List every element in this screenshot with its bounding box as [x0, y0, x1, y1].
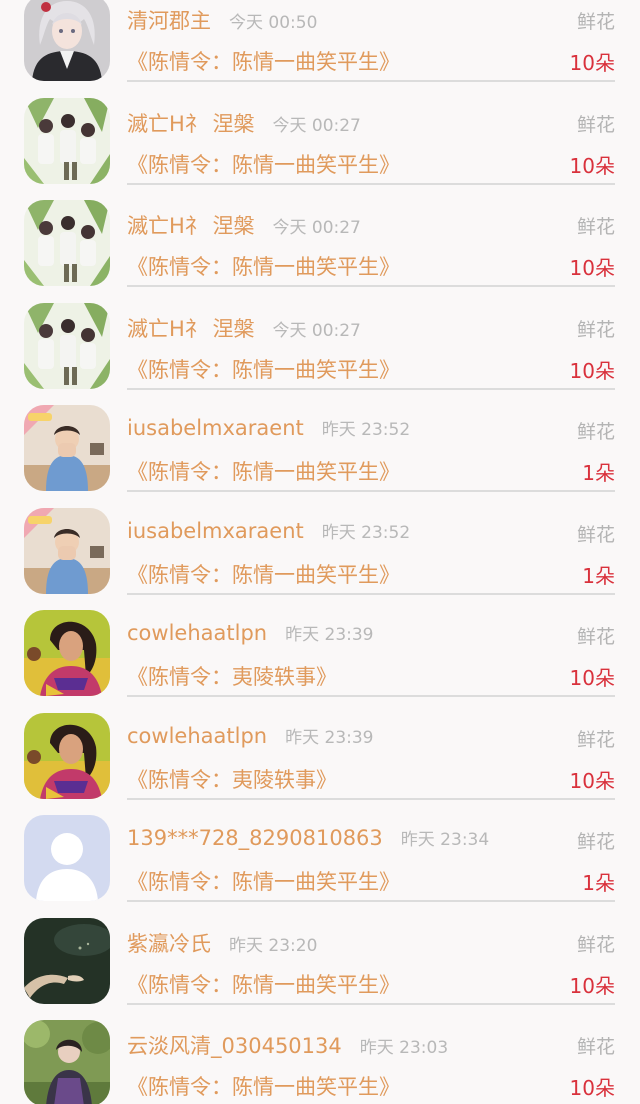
row-divider — [127, 900, 615, 902]
user-name[interactable]: 清河郡主 — [127, 5, 211, 35]
gift-time: 昨天 23:39 — [285, 625, 374, 645]
row-divider — [127, 80, 615, 82]
gift-record-row[interactable]: cowlehaatlpn 昨天 23:39 鲜花 《陈情令：夷陵轶事》 10朵 — [0, 610, 640, 718]
row-divider — [127, 695, 615, 697]
gift-type-label: 鲜花 — [576, 113, 615, 136]
gift-count: 10朵 — [569, 51, 615, 75]
gift-time: 今天 00:27 — [272, 320, 361, 341]
user-name[interactable]: 云淡风清_030450134 — [127, 1030, 342, 1060]
work-title-link[interactable]: 《陈情令：陈情一曲笑平生》 — [127, 866, 400, 896]
gift-time: 昨天 23:34 — [400, 830, 490, 850]
gift-record-row[interactable]: iusabelmxaraent 昨天 23:52 鲜花 《陈情令：陈情一曲笑平生… — [0, 405, 640, 513]
row-divider — [127, 1002, 615, 1005]
gift-record-row[interactable]: 滅亡H礻 涅槃 今天 00:27 鲜花 《陈情令：陈情一曲笑平生》 10朵 — [0, 302, 640, 411]
user-avatar[interactable] — [24, 507, 110, 594]
user-name[interactable]: 滅亡H礻 涅槃 — [127, 210, 254, 240]
row-divider — [127, 592, 615, 595]
row-divider — [127, 285, 615, 287]
gift-count: 10朵 — [569, 768, 615, 793]
row-divider — [127, 490, 615, 492]
name-line: iusabelmxaraent 昨天 23:52 — [127, 518, 410, 543]
gift-record-list: 清河郡主 今天 00:50 鲜花 《陈情令：陈情一曲笑平生》 10朵 滅亡H礻 … — [0, 0, 640, 1104]
gift-time: 昨天 23:52 — [321, 420, 411, 440]
gift-type-label: 鲜花 — [576, 1036, 615, 1058]
gift-type-label: 鲜花 — [576, 421, 615, 443]
gift-record-row[interactable]: 滅亡H礻 涅槃 今天 00:27 鲜花 《陈情令：陈情一曲笑平生》 10朵 — [0, 200, 640, 308]
gift-type-label: 鲜花 — [576, 933, 615, 956]
name-line: 滅亡H礻 涅槃 今天 00:27 — [127, 210, 361, 240]
user-avatar[interactable] — [24, 97, 110, 184]
gift-time: 今天 00:50 — [229, 13, 318, 33]
gift-time: 昨天 23:03 — [359, 1038, 449, 1058]
gift-count: 10朵 — [569, 666, 615, 690]
work-title-link[interactable]: 《陈情令：夷陵轶事》 — [127, 661, 337, 691]
gift-type-label: 鲜花 — [576, 11, 615, 33]
gift-type-label: 鲜花 — [576, 216, 615, 238]
user-avatar[interactable] — [24, 302, 110, 389]
name-line: 滅亡H礻 涅槃 今天 00:27 — [127, 108, 361, 138]
gift-count: 1朵 — [582, 871, 615, 895]
gift-count: 10朵 — [569, 358, 615, 383]
user-name[interactable]: iusabelmxaraent — [127, 416, 304, 440]
row-divider — [127, 387, 615, 390]
user-name[interactable]: 滅亡H礻 涅槃 — [127, 108, 254, 138]
gift-record-row[interactable]: 云淡风清_030450134 昨天 23:03 鲜花 《陈情令：陈情一曲笑平生》… — [0, 1020, 640, 1104]
user-name[interactable]: cowlehaatlpn — [127, 621, 267, 645]
gift-time: 昨天 23:52 — [321, 522, 411, 543]
gift-record-row[interactable]: 清河郡主 今天 00:50 鲜花 《陈情令：陈情一曲笑平生》 10朵 — [0, 0, 640, 103]
name-line: 清河郡主 今天 00:50 — [127, 5, 317, 35]
gift-type-label: 鲜花 — [576, 523, 615, 546]
gift-record-row[interactable]: iusabelmxaraent 昨天 23:52 鲜花 《陈情令：陈情一曲笑平生… — [0, 507, 640, 616]
name-line: 紫瀛冷氏 昨天 23:20 — [127, 928, 317, 958]
work-title-link[interactable]: 《陈情令：陈情一曲笑平生》 — [127, 46, 400, 76]
gift-record-row[interactable]: 紫瀛冷氏 昨天 23:20 鲜花 《陈情令：陈情一曲笑平生》 10朵 — [0, 917, 640, 1026]
gift-time: 昨天 23:39 — [285, 727, 374, 748]
work-title-link[interactable]: 《陈情令：陈情一曲笑平生》 — [127, 149, 400, 179]
gift-count: 10朵 — [569, 973, 615, 998]
gift-time: 今天 00:27 — [272, 218, 361, 238]
gift-record-row[interactable]: 139***728_8290810863 昨天 23:34 鲜花 《陈情令：陈情… — [0, 815, 640, 923]
work-title-link[interactable]: 《陈情令：陈情一曲笑平生》 — [127, 559, 400, 589]
user-avatar[interactable] — [24, 0, 110, 81]
work-title-link[interactable]: 《陈情令：陈情一曲笑平生》 — [127, 1071, 400, 1101]
work-title-link[interactable]: 《陈情令：夷陵轶事》 — [127, 764, 337, 794]
user-avatar[interactable] — [24, 610, 110, 696]
user-name[interactable]: 紫瀛冷氏 — [127, 928, 211, 958]
name-line: cowlehaatlpn 昨天 23:39 — [127, 723, 374, 748]
gift-time: 昨天 23:20 — [229, 935, 318, 956]
name-line: 云淡风清_030450134 昨天 23:03 — [127, 1030, 448, 1060]
user-avatar[interactable] — [24, 712, 110, 799]
gift-type-label: 鲜花 — [576, 831, 615, 853]
gift-record-row[interactable]: 滅亡H礻 涅槃 今天 00:27 鲜花 《陈情令：陈情一曲笑平生》 10朵 — [0, 97, 640, 206]
gift-time: 今天 00:27 — [272, 115, 361, 136]
user-avatar[interactable] — [24, 815, 110, 901]
gift-count: 10朵 — [569, 153, 615, 178]
work-title-link[interactable]: 《陈情令：陈情一曲笑平生》 — [127, 969, 400, 999]
user-avatar[interactable] — [24, 200, 110, 286]
user-avatar[interactable] — [24, 405, 110, 491]
user-name[interactable]: cowlehaatlpn — [127, 724, 267, 748]
gift-type-label: 鲜花 — [576, 626, 615, 648]
gift-count: 1朵 — [582, 461, 615, 485]
gift-count: 1朵 — [582, 563, 615, 588]
user-name[interactable]: 滅亡H礻 涅槃 — [127, 313, 254, 343]
row-divider — [127, 182, 615, 185]
user-avatar[interactable] — [24, 917, 110, 1004]
user-avatar[interactable] — [24, 1020, 110, 1104]
gift-count: 10朵 — [569, 1076, 615, 1100]
gift-count: 10朵 — [569, 256, 615, 280]
work-title-link[interactable]: 《陈情令：陈情一曲笑平生》 — [127, 354, 400, 384]
work-title-link[interactable]: 《陈情令：陈情一曲笑平生》 — [127, 251, 400, 281]
gift-type-label: 鲜花 — [576, 728, 615, 751]
name-line: 139***728_8290810863 昨天 23:34 — [127, 825, 489, 850]
user-name[interactable]: iusabelmxaraent — [127, 519, 304, 543]
gift-record-row[interactable]: cowlehaatlpn 昨天 23:39 鲜花 《陈情令：夷陵轶事》 10朵 — [0, 712, 640, 821]
name-line: 滅亡H礻 涅槃 今天 00:27 — [127, 313, 361, 343]
work-title-link[interactable]: 《陈情令：陈情一曲笑平生》 — [127, 456, 400, 486]
name-line: iusabelmxaraent 昨天 23:52 — [127, 415, 410, 440]
gift-type-label: 鲜花 — [576, 318, 615, 341]
row-divider — [127, 797, 615, 800]
user-name[interactable]: 139***728_8290810863 — [127, 826, 383, 850]
name-line: cowlehaatlpn 昨天 23:39 — [127, 620, 374, 645]
